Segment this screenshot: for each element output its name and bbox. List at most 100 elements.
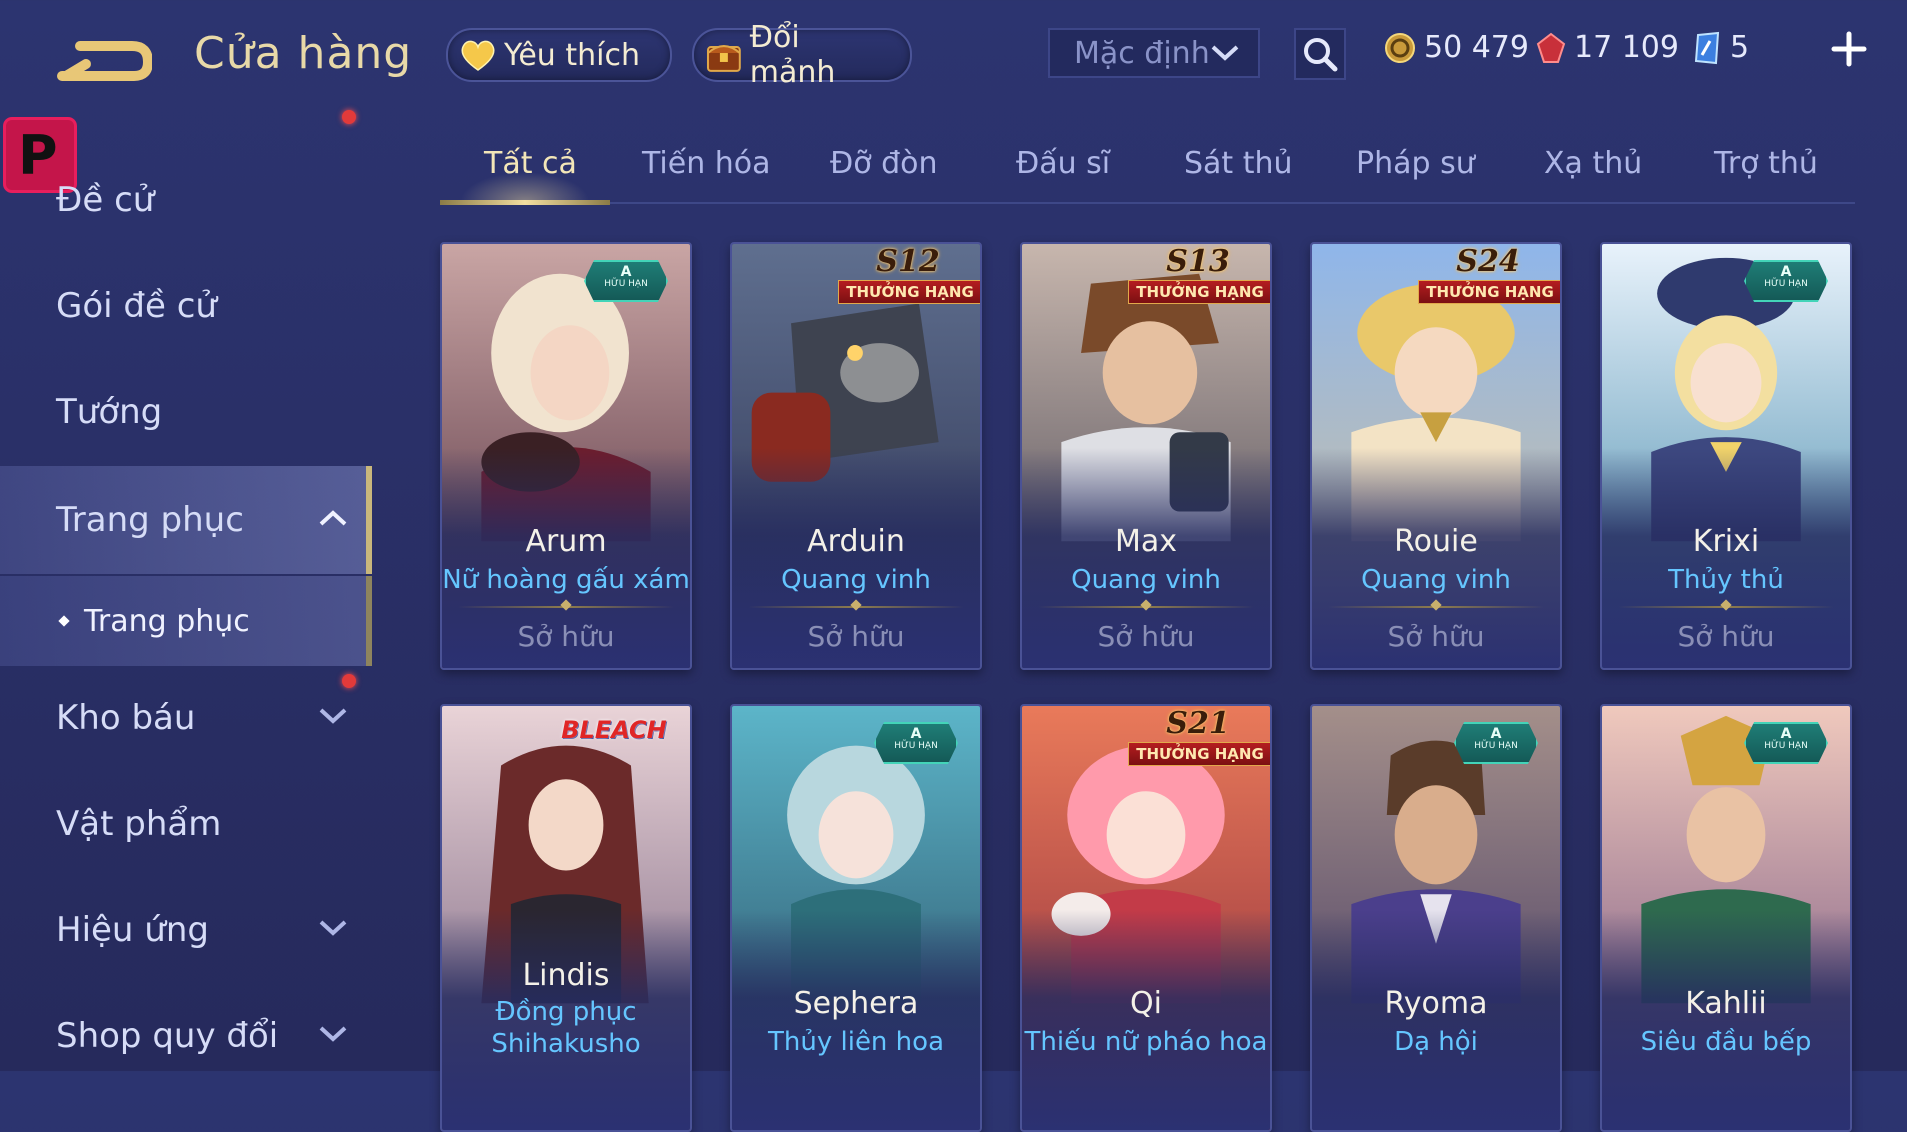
divider xyxy=(1618,606,1834,608)
search-button[interactable] xyxy=(1294,28,1346,80)
hero-name: Arum xyxy=(525,524,607,559)
voucher-card-icon xyxy=(1694,31,1720,64)
notification-dot xyxy=(342,674,356,688)
chevron-down-icon xyxy=(1211,45,1239,61)
sidebar-item-label: Tướng xyxy=(56,392,163,432)
tab-support[interactable]: Trợ thủ xyxy=(1714,146,1818,181)
limited-badge: A HỮU HẠN xyxy=(1454,722,1538,764)
sidebar: Đề cử Gói đề cử Tướng Trang phục Trang p… xyxy=(0,110,372,1071)
heart-icon xyxy=(461,40,495,71)
skin-card-ryoma[interactable]: A HỮU HẠN Ryoma Dạ hội xyxy=(1310,704,1562,1132)
chevron-down-icon xyxy=(319,920,347,936)
divider xyxy=(748,606,964,608)
skin-card-lindis[interactable]: BLEACH Lindis Đồng phục Shihakusho xyxy=(440,704,692,1132)
sidebar-item-exchange-shop[interactable]: Shop quy đổi xyxy=(0,986,372,1086)
active-tab-indicator xyxy=(440,200,610,205)
sidebar-item-recommended-packs[interactable]: Gói đề cử xyxy=(0,110,372,356)
plus-icon[interactable] xyxy=(1828,28,1870,70)
skin-card-sephera[interactable]: A HỮU HẠN Sephera Thủy liên hoa xyxy=(730,704,982,1132)
sort-dropdown[interactable]: Mặc định xyxy=(1048,28,1260,78)
gold-amount: 50 479 xyxy=(1424,30,1529,65)
hero-name: Max xyxy=(1114,524,1178,559)
sidebar-item-label: Trang phục xyxy=(56,500,244,540)
sidebar-item-heroes[interactable]: Tướng xyxy=(0,362,372,462)
ownership-status: Sở hữu xyxy=(1677,620,1775,653)
favorites-label: Yêu thích xyxy=(504,37,640,73)
skin-card-max[interactable]: S13 THƯỞNG HẠNG Max Quang vinh Sở hữu xyxy=(1020,242,1272,670)
skin-grid: A HỮU HẠN Arum Nữ hoàng gấu xám Sở hữu S1… xyxy=(440,242,1855,1132)
skin-card-qi[interactable]: S21 THƯỞNG HẠNG Qi Thiếu nữ pháo hoa xyxy=(1020,704,1272,1132)
tab-all[interactable]: Tất cả xyxy=(484,146,577,181)
token-amount: 5 xyxy=(1730,30,1750,65)
sort-value: Mặc định xyxy=(1074,35,1210,71)
skin-card-arum[interactable]: A HỮU HẠN Arum Nữ hoàng gấu xám Sở hữu xyxy=(440,242,692,670)
shard-exchange-button[interactable]: Đổi mảnh xyxy=(692,20,912,90)
tab-marksman[interactable]: Xạ thủ xyxy=(1544,146,1642,181)
sidebar-item-treasure[interactable]: Kho báu xyxy=(0,668,372,768)
ownership-status: Sở hữu xyxy=(1387,620,1485,653)
season-rank-badge: S12 THƯỞNG HẠNG xyxy=(838,244,980,308)
tab-assassin[interactable]: Sát thủ xyxy=(1184,146,1293,181)
hero-name: Arduin xyxy=(807,524,905,559)
hero-name: Kahlii xyxy=(1685,986,1767,1021)
season-rank-badge: S21 THƯỞNG HẠNG xyxy=(1128,706,1270,770)
bullet-icon xyxy=(58,615,70,627)
chevron-up-icon xyxy=(319,510,347,526)
sidebar-item-label: Shop quy đổi xyxy=(56,1016,279,1056)
ruby-gem-icon xyxy=(1536,32,1566,63)
sidebar-item-skins[interactable]: Trang phục xyxy=(0,466,372,574)
hero-name: Rouie xyxy=(1394,524,1478,559)
limited-badge: A HỮU HẠN xyxy=(874,722,958,764)
skin-card-kahlii[interactable]: A HỮU HẠN Kahlii Siêu đầu bếp xyxy=(1600,704,1852,1132)
ruby-currency: 17 109 xyxy=(1536,30,1679,65)
hero-name: Qi xyxy=(1130,986,1162,1021)
tab-tank[interactable]: Đỡ đòn xyxy=(830,146,938,181)
ownership-status: Sở hữu xyxy=(517,620,615,653)
skin-name: Thủy thủ xyxy=(1668,565,1784,595)
hero-name: Sephera xyxy=(793,986,919,1021)
skin-name: Quang vinh xyxy=(1361,565,1511,595)
divider xyxy=(1328,606,1544,608)
bleach-collab-badge: BLEACH xyxy=(561,716,667,744)
sidebar-item-label: Hiệu ứng xyxy=(56,910,209,950)
skin-name: Thủy liên hoa xyxy=(768,1027,944,1057)
sidebar-item-label: Vật phẩm xyxy=(56,804,222,844)
shard-exchange-label: Đổi mảnh xyxy=(749,20,836,90)
skin-name: Siêu đầu bếp xyxy=(1640,1027,1812,1057)
sidebar-item-label: Đề cử xyxy=(56,180,155,220)
gold-currency: 50 479 xyxy=(1384,30,1529,65)
token-currency: 5 xyxy=(1692,30,1749,65)
sidebar-item-recommended[interactable]: Đề cử xyxy=(0,150,372,250)
hero-name: Ryoma xyxy=(1384,986,1488,1021)
notification-dot xyxy=(342,110,356,124)
sidebar-subitem-skins[interactable]: Trang phục xyxy=(0,576,372,666)
limited-badge: A HỮU HẠN xyxy=(584,260,668,302)
top-bar: Cửa hàng Yêu thích Đổi mảnh Mặc định 50 … xyxy=(0,0,1907,110)
back-arrow-icon[interactable] xyxy=(56,32,152,88)
season-rank-badge: S13 THƯỞNG HẠNG xyxy=(1128,244,1270,308)
skin-name: Dạ hội xyxy=(1394,1027,1478,1057)
tab-mage[interactable]: Pháp sư xyxy=(1356,146,1475,181)
season-rank-badge: S24 THƯỞNG HẠNG xyxy=(1418,244,1560,308)
skin-name: Quang vinh xyxy=(1071,565,1221,595)
hero-name: Lindis xyxy=(522,958,610,993)
ownership-status: Sở hữu xyxy=(807,620,905,653)
skin-card-arduin[interactable]: S12 THƯỞNG HẠNG Arduin Quang vinh Sở hữu xyxy=(730,242,982,670)
skin-name: Nữ hoàng gấu xám xyxy=(442,565,690,595)
chevron-down-icon xyxy=(319,708,347,724)
skin-card-rouie[interactable]: S24 THƯỞNG HẠNG Rouie Quang vinh Sở hữu xyxy=(1310,242,1562,670)
hero-name: Krixi xyxy=(1692,524,1760,559)
favorites-button[interactable]: Yêu thích xyxy=(446,28,672,82)
tab-evolution[interactable]: Tiến hóa xyxy=(642,146,771,181)
divider xyxy=(458,606,674,608)
ruby-amount: 17 109 xyxy=(1574,30,1679,65)
gold-coin-icon xyxy=(1385,32,1415,63)
skin-name: Thiếu nữ pháo hoa xyxy=(1024,1027,1268,1057)
tab-fighter[interactable]: Đấu sĩ xyxy=(1016,146,1110,181)
page-title: Cửa hàng xyxy=(194,28,413,79)
skin-card-krixi[interactable]: A HỮU HẠN Krixi Thủy thủ Sở hữu xyxy=(1600,242,1852,670)
sidebar-item-effects[interactable]: Hiệu ứng xyxy=(0,880,372,980)
category-tabs: Tất cả Tiến hóa Đỡ đòn Đấu sĩ Sát thủ Ph… xyxy=(440,140,1855,205)
sidebar-item-items[interactable]: Vật phẩm xyxy=(0,774,372,874)
sidebar-item-label: Kho báu xyxy=(56,698,196,738)
